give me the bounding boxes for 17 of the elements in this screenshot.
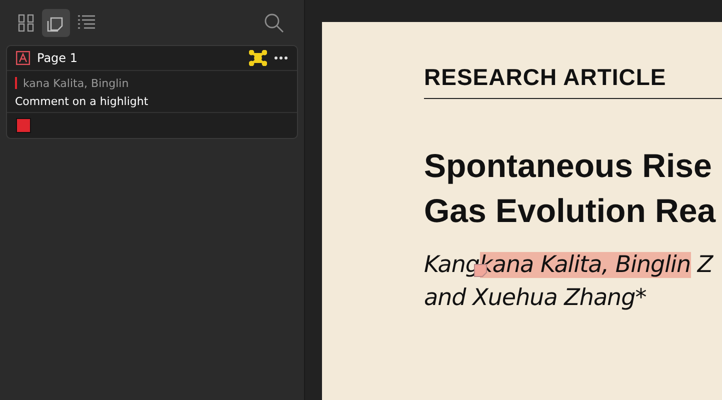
author-text: and Xuehua Zhang* [424, 284, 648, 313]
text-annotation-icon [16, 51, 30, 65]
article-title: Gas Evolution Rea [424, 191, 717, 231]
page-label: Page 1 [37, 51, 78, 65]
list-icon [78, 15, 94, 31]
grid-icon [18, 14, 34, 32]
article-title: Spontaneous Rise [424, 146, 713, 186]
search-icon[interactable] [264, 13, 284, 33]
author-text: Z [696, 252, 713, 278]
section-heading: RESEARCH ARTICLE [424, 63, 668, 92]
annotation-card[interactable]: Page 1 kana Kalita, Binglin Comment on a highlight [6, 45, 298, 139]
comment-text: Comment on a highlight [15, 95, 150, 108]
annotations-view-button[interactable] [42, 9, 70, 37]
quoted-text: kana Kalita, Binglin [23, 76, 129, 90]
more-options-icon[interactable] [274, 56, 288, 60]
color-swatch[interactable] [16, 118, 31, 133]
network-icon[interactable] [249, 50, 267, 66]
